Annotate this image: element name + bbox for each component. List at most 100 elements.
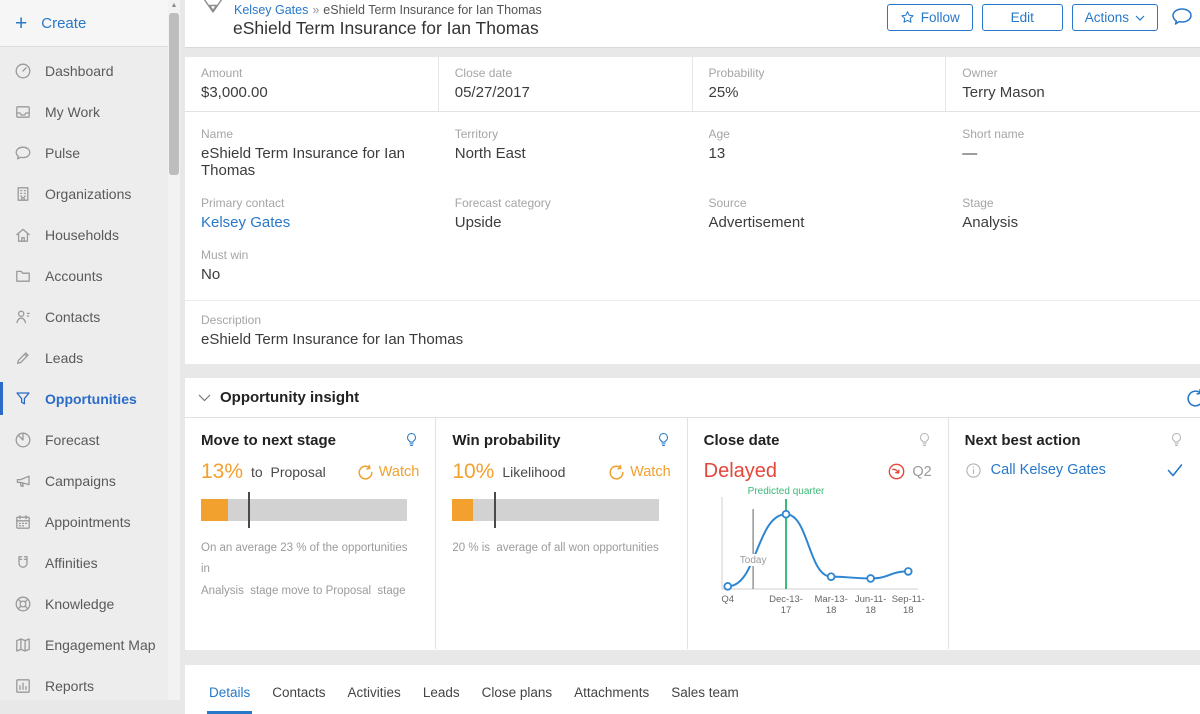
sidebar-item-label: Knowledge xyxy=(45,596,114,612)
watch-icon xyxy=(608,464,625,481)
tab-sales-team[interactable]: Sales team xyxy=(660,665,750,714)
magnet-icon xyxy=(14,554,32,572)
pie-icon xyxy=(14,431,32,449)
sidebar-scrollbar[interactable]: ▲ xyxy=(168,0,180,700)
svg-text:Mar-13-: Mar-13- xyxy=(814,594,847,605)
check-icon[interactable] xyxy=(1166,461,1184,479)
sidebar-item-label: Opportunities xyxy=(45,391,137,407)
sidebar-item-accounts[interactable]: Accounts xyxy=(0,255,168,296)
progress-bar xyxy=(201,499,407,521)
main-content: Kelsey Gates»eShield Term Insurance for … xyxy=(180,0,1200,700)
tab-contacts[interactable]: Contacts xyxy=(261,665,336,714)
watch-button[interactable]: Watch xyxy=(608,464,671,481)
tab-activities[interactable]: Activities xyxy=(337,665,412,714)
field-name: Name eShield Term Insurance for Ian Thom… xyxy=(185,112,439,181)
svg-text:Q4: Q4 xyxy=(721,594,734,605)
sidebar-item-organizations[interactable]: Organizations xyxy=(0,173,168,214)
breadcrumb-separator: » xyxy=(312,3,319,17)
progress-fill xyxy=(452,499,473,521)
collapse-chevron-icon[interactable] xyxy=(198,394,211,402)
app-window: + Create Dashboard My Work Pulse Organiz… xyxy=(0,0,1200,700)
field-value: No xyxy=(201,266,423,283)
tab-attachments[interactable]: Attachments xyxy=(563,665,660,714)
sidebar-item-label: Pulse xyxy=(45,145,80,161)
card-title: Next best action xyxy=(965,432,1081,449)
svg-text:Sep-11-: Sep-11- xyxy=(891,594,924,605)
sidebar-item-my-work[interactable]: My Work xyxy=(0,91,168,132)
map-icon xyxy=(14,636,32,654)
sidebar-item-label: Forecast xyxy=(45,432,99,448)
bulb-icon xyxy=(917,432,932,448)
refresh-button[interactable] xyxy=(1185,388,1200,409)
sidebar-item-engagement-map[interactable]: Engagement Map xyxy=(0,624,168,665)
sidebar-item-label: Campaigns xyxy=(45,473,116,489)
field-owner: Owner Terry Mason xyxy=(946,57,1200,111)
sidebar-item-leads[interactable]: Leads xyxy=(0,337,168,378)
edit-button[interactable]: Edit xyxy=(982,4,1063,31)
field-label: Owner xyxy=(962,66,1184,80)
sidebar-item-pulse[interactable]: Pulse xyxy=(0,132,168,173)
field-close-date: Close date 05/27/2017 xyxy=(439,57,693,111)
field-label: Territory xyxy=(455,127,677,141)
field-value: Advertisement xyxy=(709,214,931,231)
refresh-icon xyxy=(1185,388,1200,409)
person-icon xyxy=(14,308,32,326)
sidebar-item-create[interactable]: + Create xyxy=(0,0,168,47)
actions-button[interactable]: Actions xyxy=(1072,4,1158,31)
chat-button[interactable] xyxy=(1169,5,1195,31)
field-stage: Stage Analysis xyxy=(946,181,1200,233)
svg-text:Jun-11-: Jun-11- xyxy=(855,594,887,605)
opportunity-funnel-icon xyxy=(197,0,229,28)
watch-icon xyxy=(357,464,374,481)
field-value: Terry Mason xyxy=(962,84,1184,101)
card-title: Move to next stage xyxy=(201,432,336,449)
sidebar-item-contacts[interactable]: Contacts xyxy=(0,296,168,337)
sidebar-item-dashboard[interactable]: Dashboard xyxy=(0,50,168,91)
field-primary-contact: Primary contact Kelsey Gates xyxy=(185,181,439,233)
watch-button[interactable]: Watch xyxy=(357,464,420,481)
sidebar-item-affinities[interactable]: Affinities xyxy=(0,542,168,583)
details-panel: Amount $3,000.00 Close date 05/27/2017 P… xyxy=(185,57,1200,364)
field-source: Source Advertisement xyxy=(693,181,947,233)
tab-details[interactable]: Details xyxy=(198,665,261,714)
field-value: North East xyxy=(455,145,677,162)
scrollbar-thumb[interactable] xyxy=(169,13,179,175)
sidebar-item-label: Affinities xyxy=(45,555,98,571)
next-action-link[interactable]: Call Kelsey Gates xyxy=(991,462,1106,478)
field-label: Age xyxy=(709,127,931,141)
tab-leads[interactable]: Leads xyxy=(412,665,471,714)
field-value: 25% xyxy=(709,84,930,101)
insight-header: Opportunity insight xyxy=(185,378,1200,418)
breadcrumb-link[interactable]: Kelsey Gates xyxy=(234,3,308,17)
primary-contact-link[interactable]: Kelsey Gates xyxy=(201,214,423,231)
field-probability: Probability 25% xyxy=(693,57,947,111)
funnel-icon xyxy=(14,390,32,408)
sidebar-item-appointments[interactable]: Appointments xyxy=(0,501,168,542)
card-win-probability: Win probability 10% Likelihood Watch xyxy=(436,418,687,649)
create-label: Create xyxy=(41,15,86,32)
building-icon xyxy=(14,185,32,203)
sidebar-item-campaigns[interactable]: Campaigns xyxy=(0,460,168,501)
follow-button[interactable]: Follow xyxy=(887,4,973,31)
tab-close-plans[interactable]: Close plans xyxy=(471,665,564,714)
bulb-icon xyxy=(404,432,419,448)
sidebar-item-opportunities[interactable]: Opportunities xyxy=(0,378,168,419)
quarter-label: Q2 xyxy=(912,464,931,480)
svg-text:17: 17 xyxy=(780,605,791,616)
field-must-win: Must win No xyxy=(185,233,439,285)
sidebar: + Create Dashboard My Work Pulse Organiz… xyxy=(0,0,168,700)
calendar-icon xyxy=(14,513,32,531)
average-marker xyxy=(494,492,496,528)
field-age: Age 13 xyxy=(693,112,947,181)
close-date-status: Delayed xyxy=(704,460,777,483)
card-title: Close date xyxy=(704,432,780,449)
sidebar-item-forecast[interactable]: Forecast xyxy=(0,419,168,460)
bar-chart-icon xyxy=(14,677,32,695)
sidebar-item-households[interactable]: Households xyxy=(0,214,168,255)
field-label: Forecast category xyxy=(455,196,677,210)
field-value: Analysis xyxy=(962,214,1184,231)
delayed-icon xyxy=(887,462,906,481)
scroll-up-icon[interactable]: ▲ xyxy=(168,0,180,12)
close-date-chart: TodayPredicted quarterQ4Dec-13-17Mar-13-… xyxy=(704,485,932,617)
sidebar-item-knowledge[interactable]: Knowledge xyxy=(0,583,168,624)
